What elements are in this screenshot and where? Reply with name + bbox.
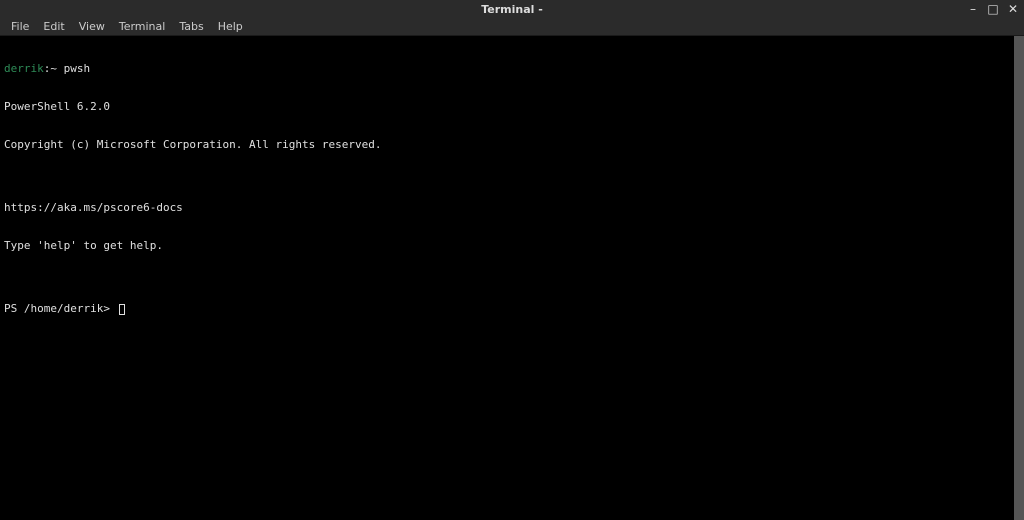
terminal-prompt-line: PS /home/derrik> <box>4 303 1020 316</box>
menu-file[interactable]: File <box>4 18 36 35</box>
window-title: Terminal - <box>481 3 543 16</box>
maximize-button[interactable]: □ <box>986 3 1000 15</box>
terminal-line: Copyright (c) Microsoft Corporation. All… <box>4 139 1020 152</box>
prompt-separator: :~ <box>44 62 57 75</box>
menu-terminal[interactable]: Terminal <box>112 18 173 35</box>
menu-tabs[interactable]: Tabs <box>172 18 210 35</box>
menubar: File Edit View Terminal Tabs Help <box>0 18 1024 36</box>
prompt-command: pwsh <box>57 62 90 75</box>
menu-edit[interactable]: Edit <box>36 18 71 35</box>
scrollbar-thumb[interactable] <box>1014 36 1024 520</box>
prompt-user: derrik <box>4 62 44 75</box>
window-controls: – □ ✕ <box>966 0 1020 18</box>
scrollbar[interactable] <box>1014 36 1024 520</box>
ps-prompt: PS /home/derrik> <box>4 302 117 315</box>
titlebar: Terminal - – □ ✕ <box>0 0 1024 18</box>
terminal-output[interactable]: derrik:~ pwsh PowerShell 6.2.0 Copyright… <box>0 36 1024 520</box>
close-button[interactable]: ✕ <box>1006 3 1020 15</box>
menu-view[interactable]: View <box>72 18 112 35</box>
minimize-button[interactable]: – <box>966 3 980 15</box>
terminal-line: derrik:~ pwsh <box>4 63 1020 76</box>
terminal-line: Type 'help' to get help. <box>4 240 1020 253</box>
terminal-line: https://aka.ms/pscore6-docs <box>4 202 1020 215</box>
terminal-line: PowerShell 6.2.0 <box>4 101 1020 114</box>
menu-help[interactable]: Help <box>211 18 250 35</box>
cursor-icon <box>119 304 125 315</box>
